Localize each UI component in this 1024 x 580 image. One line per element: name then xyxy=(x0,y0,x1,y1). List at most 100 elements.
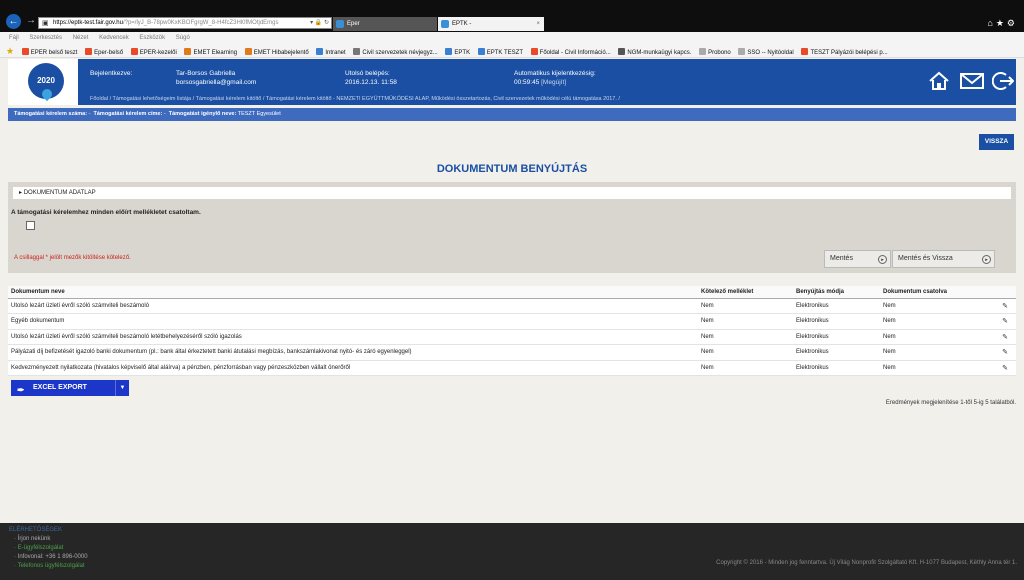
address-bar[interactable]: ▣ https://eptk-test.fair.gov.hu/?p=/lyJ_B… xyxy=(38,17,332,29)
favorite-link[interactable]: Civil szervezetek névjegyz... xyxy=(353,46,438,57)
required-fields-note: A csillaggal * jelölt mezők kitöltése kö… xyxy=(14,255,131,261)
favorite-link[interactable]: EPER-kezelői xyxy=(130,46,177,57)
save-and-back-button[interactable]: Mentés és Vissza ▸ xyxy=(892,250,995,268)
favorite-icon xyxy=(477,48,485,55)
back-arrow-icon[interactable]: ← xyxy=(6,14,21,29)
favorite-link[interactable]: SSO -- Nyitóoldal xyxy=(738,46,794,57)
user-name: Tar-Borsos Gabriella xyxy=(176,70,236,77)
menu-file[interactable]: Fájl xyxy=(9,35,19,41)
mail-icon[interactable] xyxy=(960,71,984,91)
favorite-icon xyxy=(353,48,361,55)
column-document-name[interactable]: Dokumentum neve xyxy=(8,286,698,299)
auto-logout-value: 00:59:45 xyxy=(514,79,540,86)
submission-mode-value: Elektronikus xyxy=(793,298,880,314)
menu-edit[interactable]: Szerkesztés xyxy=(29,35,62,41)
favorite-icon xyxy=(130,48,138,55)
attached-value: Nem xyxy=(880,344,994,361)
application-title-label: Támogatási kérelem címe: xyxy=(93,111,163,117)
document-name: Pályázati díj befizetését igazoló banki … xyxy=(8,344,698,361)
table-row: Egyéb dokumentum Nem Elektronikus Nem ✎ xyxy=(8,313,1016,330)
arrow-right-icon: ▸ xyxy=(878,255,887,264)
attached-value: Nem xyxy=(880,329,994,345)
footer-link-phone-service[interactable]: · Telefonos ügyfélszolgálat xyxy=(14,563,85,569)
menu-view[interactable]: Nézet xyxy=(73,35,89,41)
favorite-link[interactable]: Eper-belső xyxy=(85,46,123,57)
home-icon[interactable]: ⌂ xyxy=(987,18,995,28)
column-submission-mode[interactable]: Benyújtás módja xyxy=(793,286,880,299)
table-header-row: Dokumentum neve Kötelező melléklet Benyú… xyxy=(8,286,1016,299)
favorite-link[interactable]: EPTK xyxy=(445,46,470,57)
attachment-confirm-label: A támogatási kérelemhez minden előírt me… xyxy=(11,209,201,216)
excel-export-button[interactable]: ✒ EXCEL EXPORT ▼ xyxy=(11,380,129,396)
application-info-strip: Támogatási kérelem száma: - Támogatási k… xyxy=(8,108,1016,121)
favorite-link[interactable]: Intranet xyxy=(316,46,346,57)
attached-value: Nem xyxy=(880,313,994,330)
menu-help[interactable]: Súgó xyxy=(176,35,190,41)
edit-pencil-icon[interactable]: ✎ xyxy=(994,360,1016,376)
attachment-confirm-checkbox[interactable] xyxy=(26,221,35,230)
address-bar-icons[interactable]: ▾ 🔒 ↻ xyxy=(310,18,329,28)
auto-logout-label: Automatikus kijelentkezésig: xyxy=(514,70,596,77)
menu-tools[interactable]: Eszközök xyxy=(139,35,165,41)
back-button[interactable]: VISSZA xyxy=(979,134,1014,150)
logout-icon[interactable] xyxy=(991,71,1016,91)
footer-link-e-customer-service[interactable]: · E-ügyfélszolgálat xyxy=(14,545,63,551)
edit-pencil-icon[interactable]: ✎ xyxy=(994,344,1016,361)
save-button[interactable]: Mentés ▸ xyxy=(824,250,891,268)
favorite-link[interactable]: NGM-munkaügyi kapcs. xyxy=(618,46,691,57)
menu-favorites[interactable]: Kedvencek xyxy=(99,35,129,41)
arrow-right-icon: ▸ xyxy=(982,255,991,264)
section-label: DOKUMENTUM ADATLAP xyxy=(23,190,96,196)
browser-toolbar-icons[interactable]: ⌂★⚙ xyxy=(987,18,1018,29)
applicant-name-value: TESZT Egyesület xyxy=(237,111,281,117)
home-icon[interactable] xyxy=(928,71,952,91)
footer-link-write-us[interactable]: · Írjon nekünk xyxy=(14,536,50,542)
applicant-name-label: Támogatást igénylő neve: xyxy=(168,111,237,117)
browser-menubar: Fájl Szerkesztés Nézet Kedvencek Eszközö… xyxy=(0,32,1024,44)
gear-icon[interactable]: ⚙ xyxy=(1007,18,1018,28)
tab-favicon-icon xyxy=(336,20,344,28)
favorite-icon xyxy=(184,48,192,55)
logo[interactable]: 2020 xyxy=(8,59,78,105)
footer: ELÉRHETŐSÉGEK · Írjon nekünk · E-ügyféls… xyxy=(0,523,1024,580)
tab-label: EPTK - xyxy=(452,21,472,27)
footer-infoline: · Infovonal: +36 1 896-0000 xyxy=(14,554,88,560)
favorite-link[interactable]: EPER belső teszt xyxy=(21,46,77,57)
favorite-icon xyxy=(618,48,626,55)
attached-value: Nem xyxy=(880,360,994,376)
favorite-icon xyxy=(316,48,324,55)
favorite-link[interactable]: Probono xyxy=(699,46,731,57)
favorite-link[interactable]: EMET Elearning xyxy=(184,46,237,57)
favorites-star-icon[interactable]: ★ xyxy=(6,44,14,57)
mandatory-value: Nem xyxy=(698,360,793,376)
document-datasheet-toggle[interactable]: ▸ DOKUMENTUM ADATLAP xyxy=(13,187,1011,199)
favorite-link[interactable]: EPTK TESZT xyxy=(477,46,523,57)
edit-pencil-icon[interactable]: ✎ xyxy=(994,313,1016,330)
favorite-link[interactable]: Főoldal - Civil Információ... xyxy=(530,46,611,57)
star-icon[interactable]: ★ xyxy=(996,18,1007,28)
favorite-icon xyxy=(85,48,93,55)
favorite-icon xyxy=(244,48,252,55)
user-email: borsosgabriella@gmail.com xyxy=(176,79,257,86)
page-title: DOKUMENTUM BENYÚJTÁS xyxy=(436,163,588,175)
edit-pencil-icon[interactable]: ✎ xyxy=(994,298,1016,314)
table-row: Utolsó lezárt üzleti évről szóló számvit… xyxy=(8,329,1016,345)
renew-link[interactable]: [Megújít] xyxy=(541,79,566,86)
favorite-link[interactable]: TESZT Pályázói belépési p... xyxy=(801,46,888,57)
document-name: Utolsó lezárt üzleti évről szóló számvit… xyxy=(8,298,698,314)
tab-eptk[interactable]: EPTK - × xyxy=(438,17,544,31)
tab-close-icon[interactable]: × xyxy=(536,17,540,31)
favorite-link[interactable]: EMET Hibabejelentő xyxy=(244,46,309,57)
table-row: Pályázati díj befizetését igazoló banki … xyxy=(8,344,1016,361)
column-attached[interactable]: Dokumentum csatolva xyxy=(880,286,994,299)
tab-eper[interactable]: Eper xyxy=(333,17,437,31)
document-name: Utolsó lezárt üzleti évről szóló számvit… xyxy=(8,329,698,345)
chevron-down-icon[interactable]: ▼ xyxy=(115,380,129,396)
mandatory-value: Nem xyxy=(698,298,793,314)
tab-label: Eper xyxy=(347,21,360,27)
edit-pencil-icon[interactable]: ✎ xyxy=(994,329,1016,345)
expand-arrow-icon: ▸ xyxy=(19,190,23,196)
forward-arrow-icon[interactable]: → xyxy=(26,15,36,26)
breadcrumb[interactable]: Főoldal / Támogatási lehetőségeim listáj… xyxy=(90,96,620,102)
column-mandatory[interactable]: Kötelező melléklet xyxy=(698,286,793,299)
